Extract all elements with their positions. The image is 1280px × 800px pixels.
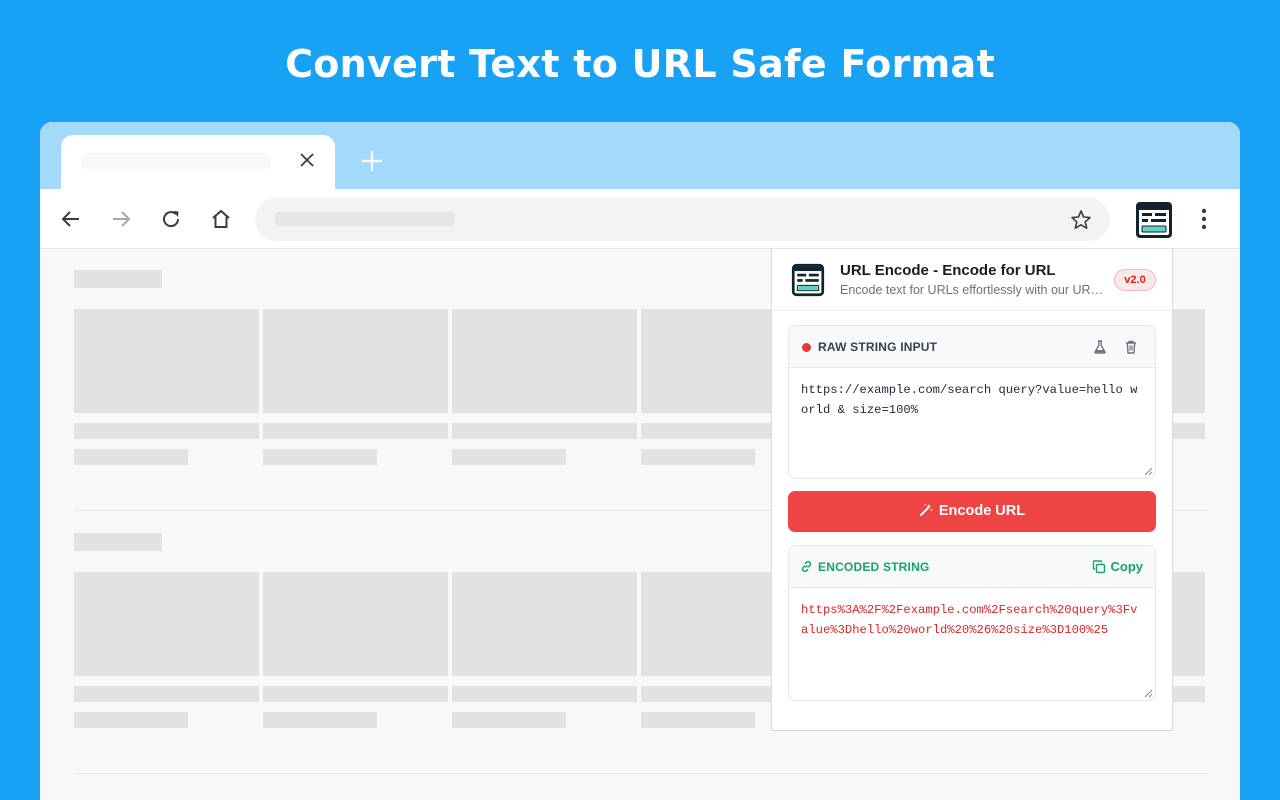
skeleton-card [452,309,637,413]
version-badge: v2.0 [1114,269,1156,291]
skeleton-card [1170,572,1205,676]
kebab-menu-icon[interactable] [1196,207,1212,231]
skeleton-heading [74,270,162,288]
browser-tab[interactable] [61,135,335,189]
skeleton-line [452,686,637,702]
plus-icon[interactable] [361,150,383,172]
flask-icon[interactable] [1092,339,1108,355]
resize-handle-icon[interactable] [1144,689,1153,698]
browser-toolbar [40,189,1240,249]
skeleton-line [263,686,448,702]
skeleton-line [74,712,188,728]
skeleton-line [452,449,566,465]
popup-title: URL Encode - Encode for URL [840,262,1056,279]
skeleton-line [641,712,755,728]
encoded-output-header: ENCODED STRING Copy [789,546,1155,588]
copy-button[interactable]: Copy [1092,559,1144,575]
skeleton-line [74,423,259,439]
skeleton-line [74,686,259,702]
home-icon[interactable] [210,208,232,230]
popup-header: URL Encode - Encode for URL Encode text … [772,249,1172,311]
skeleton-line [452,423,637,439]
magic-wand-icon [919,503,933,516]
encoded-output-card: ENCODED STRING Copy https%3A%2F%2Fexampl… [788,545,1156,701]
page-headline: Convert Text to URL Safe Format [285,42,995,86]
section-divider [74,773,1208,774]
tab-strip [40,122,1240,189]
skeleton-line [263,712,377,728]
skeleton-card [452,572,637,676]
raw-input-textarea[interactable]: https://example.com/search query?value=h… [789,368,1155,432]
star-icon[interactable] [1070,209,1092,231]
encode-url-button[interactable]: Encode URL [788,491,1156,532]
skeleton-line [74,449,188,465]
skeleton-card [263,572,448,676]
reload-icon[interactable] [160,208,182,230]
arrow-right-icon[interactable] [110,208,132,230]
encoded-output-textarea[interactable]: https%3A%2F%2Fexample.com%2Fsearch%20que… [789,588,1155,652]
encode-url-label: Encode URL [938,503,1026,519]
extension-logo-icon[interactable] [1135,201,1173,239]
extension-logo-icon [791,263,825,297]
address-placeholder [275,212,455,226]
extension-popup: URL Encode - Encode for URL Encode text … [771,249,1173,731]
skeleton-card [263,309,448,413]
skeleton-card [1170,309,1205,413]
browser-window: URL Encode - Encode for URL Encode text … [40,122,1240,800]
address-bar[interactable] [255,198,1110,241]
trash-icon[interactable] [1123,339,1139,355]
skeleton-card [74,572,259,676]
copy-icon [1092,560,1105,574]
raw-input-card: RAW STRING INPUT https://example.com/sea… [788,325,1156,479]
skeleton-card [74,309,259,413]
skeleton-line [263,449,377,465]
skeleton-line [452,712,566,728]
skeleton-line [641,449,755,465]
raw-input-header: RAW STRING INPUT [789,326,1155,368]
tab-title-placeholder [81,153,271,169]
encoded-output-label: ENCODED STRING [818,560,930,574]
skeleton-line [263,423,448,439]
skeleton-heading [74,533,162,551]
raw-input-label: RAW STRING INPUT [818,340,938,354]
link-icon [801,560,812,573]
resize-handle-icon[interactable] [1144,467,1153,476]
copy-label: Copy [1110,559,1144,574]
skeleton-line [1170,423,1205,439]
status-dot [802,343,811,352]
popup-subtitle: Encode text for URLs effortlessly with o… [840,283,1108,297]
close-icon[interactable] [297,150,317,170]
skeleton-line [1170,686,1205,702]
arrow-left-icon[interactable] [60,208,82,230]
